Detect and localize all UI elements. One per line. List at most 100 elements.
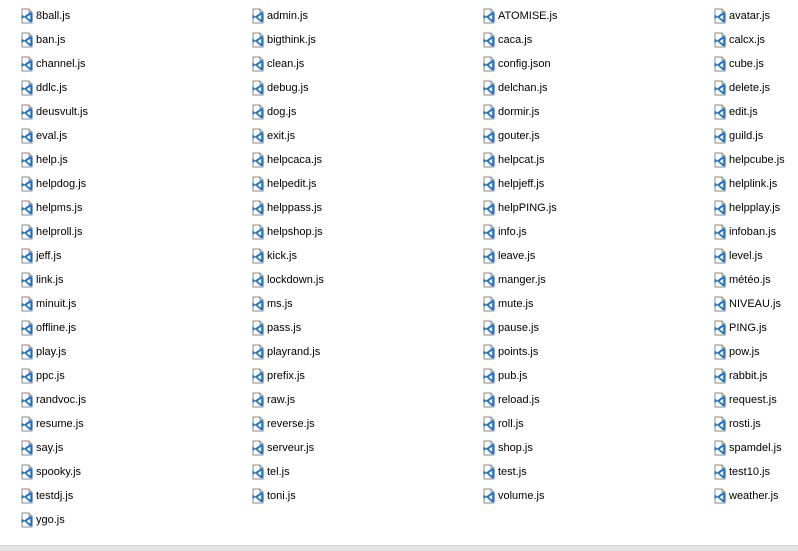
file-name: mute.js xyxy=(498,298,534,310)
file-item[interactable]: helpPING.js xyxy=(481,196,558,220)
file-name: edit.js xyxy=(729,106,758,118)
file-item[interactable]: helpdog.js xyxy=(19,172,88,196)
file-item[interactable]: resume.js xyxy=(19,412,88,436)
file-name: offline.js xyxy=(36,322,77,334)
file-item[interactable]: météo.js xyxy=(712,268,785,292)
file-item[interactable]: weather.js xyxy=(712,484,785,508)
file-item[interactable]: tel.js xyxy=(250,460,324,484)
file-item[interactable]: rabbit.js xyxy=(712,364,785,388)
file-item[interactable]: exit.js xyxy=(250,124,324,148)
file-item[interactable]: ygo.js xyxy=(19,508,88,532)
file-item[interactable]: reverse.js xyxy=(250,412,324,436)
file-item[interactable]: helppass.js xyxy=(250,196,324,220)
file-item[interactable]: ATOMISE.js xyxy=(481,4,558,28)
file-item[interactable]: helproll.js xyxy=(19,220,88,244)
file-item[interactable]: eval.js xyxy=(19,124,88,148)
file-item[interactable]: helpcat.js xyxy=(481,148,558,172)
file-item[interactable]: helpjeff.js xyxy=(481,172,558,196)
file-item[interactable]: mute.js xyxy=(481,292,558,316)
vscode-js-file-icon xyxy=(712,320,728,336)
file-item[interactable]: edit.js xyxy=(712,100,785,124)
file-item[interactable]: roll.js xyxy=(481,412,558,436)
file-item[interactable]: avatar.js xyxy=(712,4,785,28)
file-item[interactable]: helpcaca.js xyxy=(250,148,324,172)
vscode-js-file-icon xyxy=(19,248,35,264)
file-item[interactable]: volume.js xyxy=(481,484,558,508)
file-item[interactable]: config.json xyxy=(481,52,558,76)
file-item[interactable]: say.js xyxy=(19,436,88,460)
file-name: tel.js xyxy=(267,466,290,478)
file-item[interactable]: jeff.js xyxy=(19,244,88,268)
file-item[interactable]: toni.js xyxy=(250,484,324,508)
file-item[interactable]: NIVEAU.js xyxy=(712,292,785,316)
file-item[interactable]: calcx.js xyxy=(712,28,785,52)
file-name: helppass.js xyxy=(267,202,323,214)
file-item[interactable]: clean.js xyxy=(250,52,324,76)
file-item[interactable]: prefix.js xyxy=(250,364,324,388)
file-item[interactable]: testdj.js xyxy=(19,484,88,508)
file-item[interactable]: infoban.js xyxy=(712,220,785,244)
file-item[interactable]: reload.js xyxy=(481,388,558,412)
file-item[interactable]: spooky.js xyxy=(19,460,88,484)
file-column-2: admin.js bigthink.js clean.js debug.js dog.j… xyxy=(250,4,324,508)
file-item[interactable]: helpcube.js xyxy=(712,148,785,172)
file-item[interactable]: delchan.js xyxy=(481,76,558,100)
vscode-js-file-icon xyxy=(250,128,266,144)
file-item[interactable]: helpms.js xyxy=(19,196,88,220)
vscode-js-file-icon xyxy=(19,296,35,312)
file-item[interactable]: admin.js xyxy=(250,4,324,28)
file-item[interactable]: 8ball.js xyxy=(19,4,88,28)
file-item[interactable]: raw.js xyxy=(250,388,324,412)
file-item[interactable]: dog.js xyxy=(250,100,324,124)
file-item[interactable]: help.js xyxy=(19,148,88,172)
file-item[interactable]: ms.js xyxy=(250,292,324,316)
file-name: PING.js xyxy=(729,322,767,334)
file-item[interactable]: pause.js xyxy=(481,316,558,340)
file-item[interactable]: link.js xyxy=(19,268,88,292)
file-item[interactable]: deusvult.js xyxy=(19,100,88,124)
file-item[interactable]: points.js xyxy=(481,340,558,364)
file-item[interactable]: spamdel.js xyxy=(712,436,785,460)
file-item[interactable]: ban.js xyxy=(19,28,88,52)
file-item[interactable]: rosti.js xyxy=(712,412,785,436)
file-item[interactable]: pub.js xyxy=(481,364,558,388)
file-name: jeff.js xyxy=(36,250,62,262)
file-item[interactable]: bigthink.js xyxy=(250,28,324,52)
file-item[interactable]: offline.js xyxy=(19,316,88,340)
file-item[interactable]: serveur.js xyxy=(250,436,324,460)
file-item[interactable]: caca.js xyxy=(481,28,558,52)
file-item[interactable]: PING.js xyxy=(712,316,785,340)
file-item[interactable]: gouter.js xyxy=(481,124,558,148)
file-item[interactable]: randvoc.js xyxy=(19,388,88,412)
file-item[interactable]: play.js xyxy=(19,340,88,364)
file-item[interactable]: test.js xyxy=(481,460,558,484)
file-item[interactable]: dormir.js xyxy=(481,100,558,124)
file-item[interactable]: lockdown.js xyxy=(250,268,324,292)
file-item[interactable]: channel.js xyxy=(19,52,88,76)
file-name: helpshop.js xyxy=(267,226,323,238)
file-item[interactable]: delete.js xyxy=(712,76,785,100)
file-item[interactable]: level.js xyxy=(712,244,785,268)
file-item[interactable]: minuit.js xyxy=(19,292,88,316)
file-item[interactable]: leave.js xyxy=(481,244,558,268)
file-item[interactable]: test10.js xyxy=(712,460,785,484)
file-item[interactable]: info.js xyxy=(481,220,558,244)
file-item[interactable]: pass.js xyxy=(250,316,324,340)
file-item[interactable]: playrand.js xyxy=(250,340,324,364)
file-item[interactable]: request.js xyxy=(712,388,785,412)
file-item[interactable]: guild.js xyxy=(712,124,785,148)
file-item[interactable]: ppc.js xyxy=(19,364,88,388)
file-item[interactable]: pow.js xyxy=(712,340,785,364)
file-item[interactable]: helpshop.js xyxy=(250,220,324,244)
vscode-js-file-icon xyxy=(250,80,266,96)
file-item[interactable]: debug.js xyxy=(250,76,324,100)
file-item[interactable]: ddlc.js xyxy=(19,76,88,100)
file-item[interactable]: helplink.js xyxy=(712,172,785,196)
file-item[interactable]: manger.js xyxy=(481,268,558,292)
file-item[interactable]: cube.js xyxy=(712,52,785,76)
file-item[interactable]: helpplay.js xyxy=(712,196,785,220)
file-item[interactable]: helpedit.js xyxy=(250,172,324,196)
file-item[interactable]: kick.js xyxy=(250,244,324,268)
file-item[interactable]: shop.js xyxy=(481,436,558,460)
file-list-view[interactable]: 8ball.js ban.js channel.js ddlc.js deusvult.… xyxy=(0,0,798,545)
